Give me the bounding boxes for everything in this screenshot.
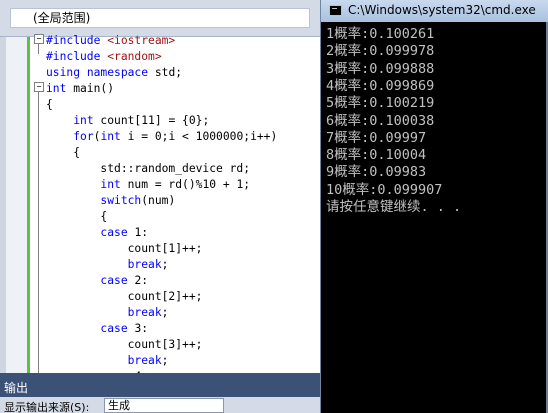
code-text: ; [161, 306, 169, 319]
code-keyword: int [100, 178, 121, 191]
code-line: break; [46, 257, 169, 273]
console-window[interactable]: C:\Windows\system32\cmd.exe 1概率:0.100261… [320, 0, 548, 413]
code-keyword: int [46, 82, 67, 95]
code-line: int main() [46, 81, 114, 97]
code-text: (num) [141, 194, 176, 207]
editor-gutter [0, 37, 30, 373]
code-keyword: for [73, 130, 94, 143]
console-line: 4概率:0.099869 [326, 77, 435, 94]
code-line: int count[11] = {0}; [46, 113, 209, 129]
code-text: { [46, 210, 108, 223]
console-output: 1概率:0.100261 2概率:0.099978 3概率:0.099888 4概率:… [326, 26, 546, 406]
code-keyword: break [127, 306, 162, 319]
console-line: 9概率:0.09983 [326, 164, 427, 181]
code-text: i = 0;i < 1000000;i++) [120, 130, 278, 143]
code-line: break; [46, 353, 169, 369]
code-keyword: case [100, 322, 128, 335]
code-line: { [46, 145, 80, 161]
code-line: switch(num) [46, 193, 175, 209]
code-keyword: break [127, 258, 162, 271]
code-text: std; [148, 66, 183, 79]
code-text: #include [46, 34, 108, 47]
code-text: count[2]++; [46, 290, 203, 303]
code-line: case 2: [46, 273, 148, 289]
code-line: int num = rd()%10 + 1; [46, 177, 250, 193]
output-toolbar: 显示输出来源(S): 生成 [0, 397, 320, 413]
code-line: { [46, 97, 53, 113]
console-app-icon[interactable] [329, 5, 342, 16]
code-keyword: switch [100, 194, 142, 207]
output-panel-title: 输出 [4, 381, 29, 395]
code-keyword: int [73, 114, 94, 127]
output-source-dropdown[interactable]: 生成 [104, 398, 224, 413]
console-line: 10概率:0.099907 [326, 181, 443, 198]
code-string: <random> [107, 50, 162, 63]
code-line: break; [46, 305, 169, 321]
code-line: count[3]++; [46, 337, 203, 353]
code-line: #include <random> [46, 49, 162, 65]
output-source-label: 显示输出来源(S): [4, 401, 90, 413]
code-text: num = rd()%10 + 1; [120, 178, 251, 191]
code-text: count[3]++; [46, 338, 203, 351]
code-text: std::random_device rd; [46, 162, 251, 175]
console-title-bar[interactable]: C:\Windows\system32\cmd.exe [321, 0, 548, 22]
scope-dropdown[interactable]: (全局范围) [10, 8, 310, 28]
code-keyword: using [46, 66, 81, 79]
code-text: ; [161, 258, 169, 271]
code-text: ; [161, 354, 169, 367]
code-keyword: case [100, 226, 128, 239]
code-line: { [46, 209, 107, 225]
output-panel: 输出 显示输出来源(S): 生成 [0, 373, 320, 413]
code-line: case 3: [46, 321, 148, 337]
code-text: { [46, 98, 53, 111]
code-text: 1: [127, 226, 149, 239]
code-text: count[1]++; [46, 242, 203, 255]
console-line: 3概率:0.099888 [326, 60, 435, 77]
code-keyword: namespace [86, 66, 149, 79]
console-line: 6概率:0.100038 [326, 112, 435, 129]
code-line: #include <iostream> [46, 33, 175, 49]
console-line: 1概率:0.100261 [326, 26, 435, 42]
console-line: 请按任意键继续. . . [326, 199, 462, 215]
code-text: #include [46, 50, 108, 63]
console-line: 7概率:0.09997 [326, 129, 427, 146]
code-text: 3: [127, 322, 149, 335]
console-line: 5概率:0.100219 [326, 95, 435, 112]
code-line: case 1: [46, 225, 148, 241]
console-line: 8概率:0.10004 [326, 147, 427, 164]
code-text: main() [66, 82, 115, 95]
code-text: { [46, 146, 81, 159]
code-line: for(int i = 0;i < 1000000;i++) [46, 129, 277, 145]
code-string: <iostream> [107, 34, 176, 47]
code-text-area[interactable]: #include <iostream> #include <random> usin… [30, 30, 320, 383]
code-keyword: case [100, 274, 128, 287]
code-line: count[2]++; [46, 289, 203, 305]
code-text: 2: [127, 274, 149, 287]
console-title: C:\Windows\system32\cmd.exe [348, 3, 536, 17]
code-text: count[11] = {0}; [93, 114, 210, 127]
code-line: std::random_device rd; [46, 161, 250, 177]
code-line: count[1]++; [46, 241, 203, 257]
console-line: 2概率:0.099978 [326, 43, 435, 60]
code-editor-pane: (全局范围) − − #include <iostream> #include <… [0, 0, 320, 413]
code-keyword: break [127, 354, 162, 367]
code-line: using namespace std; [46, 65, 182, 81]
code-keyword: int [100, 130, 121, 143]
